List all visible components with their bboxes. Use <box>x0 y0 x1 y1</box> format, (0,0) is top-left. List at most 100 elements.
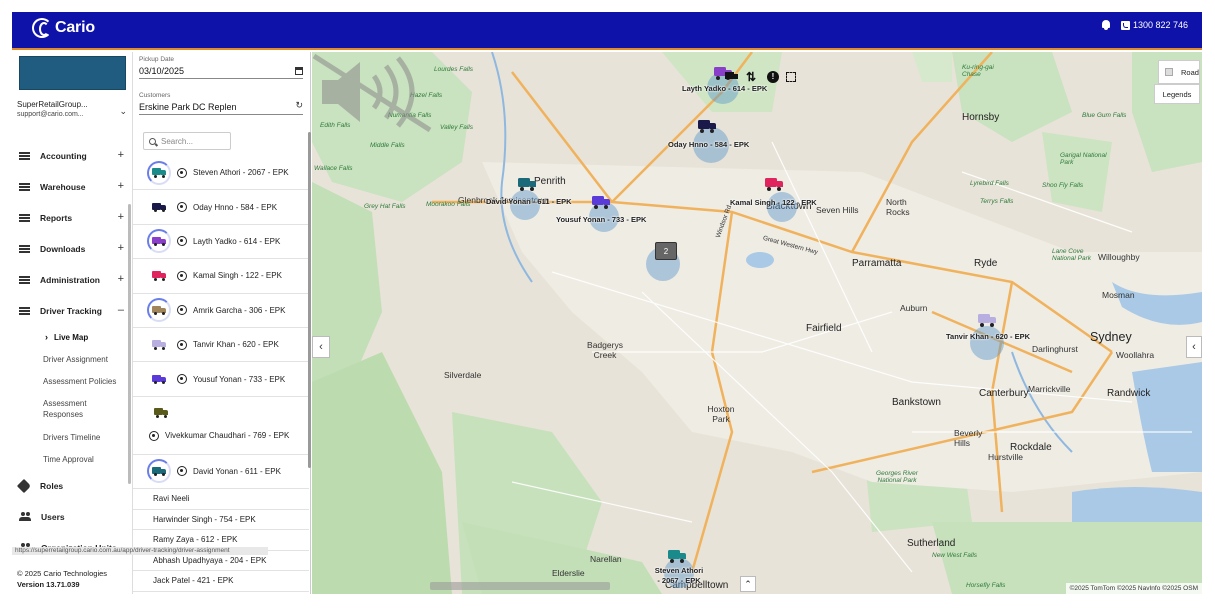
layer-toggle-button[interactable]: Road <box>1158 60 1200 84</box>
legends-label: Legends <box>1162 89 1192 99</box>
truck-icon <box>152 202 166 213</box>
driver-row[interactable]: Kamal Singh - 122 - EPK <box>133 259 309 294</box>
driver-row[interactable]: Vivekkumar Chaudhari - 769 - EPK <box>133 397 309 455</box>
locate-icon[interactable] <box>177 305 187 316</box>
sidebar-scrollbar[interactable] <box>128 204 131 484</box>
reset-icon[interactable]: ↻ <box>295 100 303 111</box>
place-label: Elderslie <box>552 568 585 578</box>
menu-label: Roles <box>40 480 64 491</box>
driver-row[interactable]: Amrik Garcha - 306 - EPK <box>133 294 309 328</box>
menu-item-reports[interactable]: Reports + <box>12 202 130 233</box>
legends-button[interactable]: Legends <box>1154 84 1200 104</box>
pickup-date-field[interactable]: Pickup Date 03/10/2025 <box>139 56 303 79</box>
cario-logo[interactable]: Cario <box>32 18 95 38</box>
muted-speaker-icon <box>312 53 432 132</box>
list-item[interactable]: Harwinder Singh - 754 - EPK <box>133 510 309 531</box>
expand-icon[interactable]: + <box>118 211 124 223</box>
park-label: Lourdes Falls <box>434 66 474 73</box>
place-label: Auburn <box>900 303 928 313</box>
driver-row[interactable]: Oday Hnno - 584 - EPK <box>133 190 309 225</box>
tag-icon <box>16 478 32 493</box>
locate-icon[interactable] <box>177 167 187 178</box>
driver-progress-ring <box>147 263 171 288</box>
menu-item-accounting[interactable]: Accounting + <box>12 140 130 171</box>
place-label: Bankstown <box>892 397 941 408</box>
truck-marker-yousuf[interactable] <box>592 196 610 209</box>
list-item[interactable]: Jack Patel - 421 - EPK <box>133 571 309 592</box>
truck-marker-david[interactable] <box>518 178 536 191</box>
org-switcher[interactable]: SuperRetailGroup... support@cario.com...… <box>17 100 129 118</box>
locate-icon[interactable] <box>177 374 187 385</box>
driver-row[interactable]: Steven Athori - 2067 - EPK <box>133 156 309 191</box>
menu-item-users[interactable]: Users <box>12 501 130 532</box>
park-label: Ku-ring-gai Chase <box>962 64 994 78</box>
map-layer-icon <box>1165 68 1173 76</box>
fullscreen-icon[interactable] <box>786 72 796 82</box>
collapse-panel-button[interactable]: ‹ <box>312 336 330 358</box>
org-email: support@cario.com... <box>17 111 84 118</box>
truck-icon <box>152 271 166 281</box>
place-label: Fairfield <box>806 323 842 334</box>
locate-icon[interactable] <box>177 339 187 350</box>
panel-scrollbar[interactable] <box>308 132 311 468</box>
truck-filter-icon[interactable] <box>725 70 739 84</box>
place-label: Hurstville <box>988 452 1023 462</box>
swap-icon[interactable]: ⇅ <box>746 70 760 84</box>
chevron-down-icon[interactable]: ⌄ <box>119 106 127 117</box>
collapse-icon[interactable]: – <box>118 304 124 316</box>
driver-list: Steven Athori - 2067 - EPK Oday Hnno - 5… <box>133 156 309 592</box>
list-item[interactable]: Ravi Neeli <box>133 489 309 510</box>
locate-icon[interactable] <box>177 202 187 213</box>
submenu-drivers-timeline[interactable]: Drivers Timeline <box>12 426 130 448</box>
customers-value[interactable]: Erskine Park DC Replen <box>139 102 303 114</box>
truck-marker-tanvir[interactable] <box>978 314 996 327</box>
truck-marker-kamal[interactable] <box>765 178 783 191</box>
driver-search-input[interactable]: Search... <box>143 132 231 150</box>
driver-row[interactable]: Layth Yadko - 614 - EPK <box>133 225 309 260</box>
customers-field[interactable]: Customers Erskine Park DC Replen ↻ <box>139 92 303 115</box>
place-label: Willoughby <box>1098 252 1140 262</box>
locate-icon[interactable] <box>177 270 187 281</box>
submenu-assessment-policies[interactable]: Assessment Policies <box>12 370 130 392</box>
locate-icon[interactable] <box>177 466 187 477</box>
media-progress-bar[interactable] <box>430 582 610 590</box>
menu-item-roles[interactable]: Roles <box>12 470 130 501</box>
locate-icon[interactable] <box>177 236 187 247</box>
driver-row[interactable]: David Yonan - 611 - EPK <box>133 455 309 490</box>
expand-icon[interactable]: + <box>118 242 124 254</box>
submenu-assessment-responses[interactable]: Assessment Responses <box>12 392 130 426</box>
submenu-live-map[interactable]: › Live Map <box>12 326 130 348</box>
locate-icon[interactable] <box>149 430 159 441</box>
truck-icon <box>152 374 166 385</box>
expand-icon[interactable]: + <box>118 149 124 161</box>
expand-right-panel-button[interactable]: ‹ <box>1186 336 1202 358</box>
place-label: Seven Hills <box>816 205 859 215</box>
menu-item-administration[interactable]: Administration + <box>12 264 130 295</box>
driver-progress-ring <box>149 400 173 425</box>
calendar-icon[interactable] <box>295 67 303 75</box>
place-label: Marrickville <box>1028 384 1071 394</box>
pickup-date-value[interactable]: 03/10/2025 <box>139 66 303 78</box>
marker-label: Tanvir Khan - 620 - EPK <box>946 332 1031 341</box>
expand-icon[interactable]: + <box>118 273 124 285</box>
marker-cluster[interactable]: 2 <box>655 242 677 260</box>
menu-icon <box>19 151 30 160</box>
support-phone[interactable]: 1300 822 746 <box>1120 20 1188 30</box>
marker-label: Yousuf Yonan - 733 - EPK <box>556 215 647 224</box>
driver-name: Layth Yadko - 614 - EPK <box>193 236 281 246</box>
submenu-time-approval[interactable]: Time Approval <box>12 448 130 470</box>
truck-marker-oday[interactable] <box>698 120 716 133</box>
bell-icon[interactable] <box>1101 20 1111 30</box>
menu-item-driver-tracking[interactable]: Driver Tracking – <box>12 295 130 326</box>
info-icon[interactable]: ! <box>767 71 779 83</box>
menu-item-downloads[interactable]: Downloads + <box>12 233 130 264</box>
truck-marker-steven[interactable] <box>668 550 686 563</box>
park-label: New West Falls <box>932 552 978 559</box>
submenu-driver-assignment[interactable]: Driver Assignment <box>12 348 130 370</box>
live-map[interactable]: Penrith Glenbrook Jamisontown Blacktown … <box>312 52 1202 594</box>
driver-row[interactable]: Yousuf Yonan - 733 - EPK <box>133 362 309 397</box>
driver-row[interactable]: Tanvir Khan - 620 - EPK <box>133 328 309 363</box>
menu-item-warehouse[interactable]: Warehouse + <box>12 171 130 202</box>
expand-icon[interactable]: + <box>118 180 124 192</box>
chevron-up-icon[interactable]: ⌃ <box>740 576 756 592</box>
